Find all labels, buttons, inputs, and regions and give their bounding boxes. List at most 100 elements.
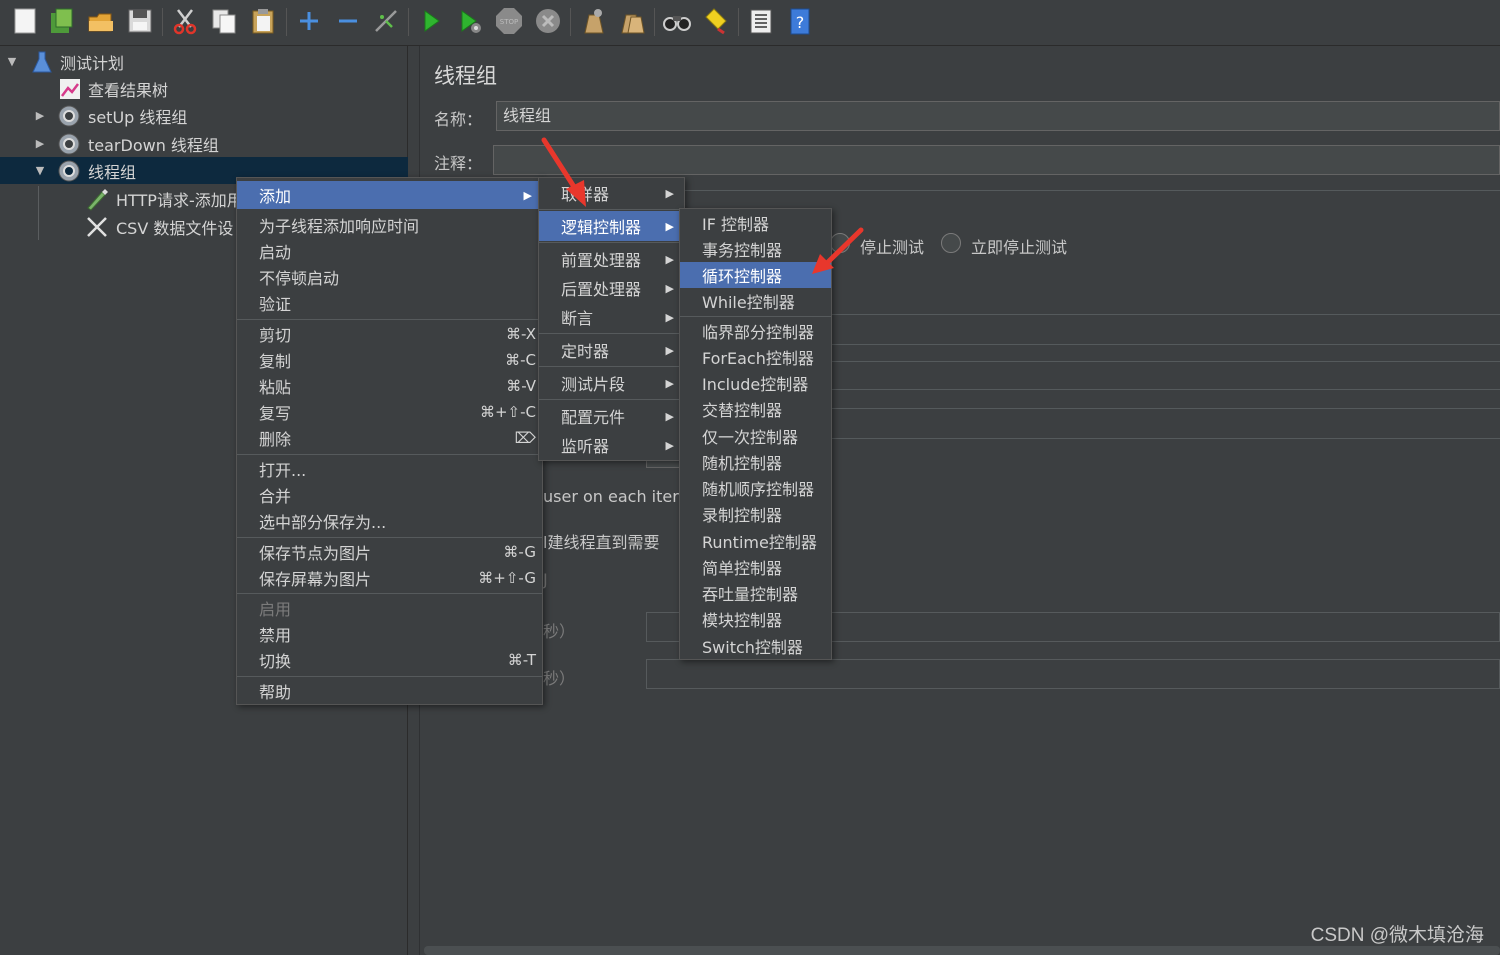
menu-item-duplicate[interactable]: 复写 ⌘+⇧-C (237, 399, 542, 425)
menu-item-toggle[interactable]: 切换 ⌘-T (237, 647, 542, 673)
menu-item-label: Include控制器 (702, 375, 809, 394)
annotation-arrow-icon (812, 227, 864, 274)
open-icon[interactable] (86, 6, 116, 36)
templates-icon[interactable] (47, 6, 77, 36)
tree-item-setup-thread-group[interactable]: ▶ setUp 线程组 (0, 102, 408, 129)
tree-item-test-plan[interactable]: ▼ 测试计划 (0, 48, 408, 75)
submenu-item-critical-section-controller[interactable]: 临界部分控制器 (680, 318, 831, 344)
submenu-item-module-controller[interactable]: 模块控制器 (680, 606, 831, 632)
submenu-item-include-controller[interactable]: Include控制器 (680, 370, 831, 396)
menu-item-open[interactable]: 打开... (237, 456, 542, 482)
horizontal-scrollbar[interactable] (424, 946, 1500, 955)
submenu-item-timer[interactable]: 定时器 ▶ (539, 336, 684, 364)
submenu-item-random-controller[interactable]: 随机控制器 (680, 449, 831, 475)
submenu-item-logic-controller[interactable]: 逻辑控制器 ▶ (539, 211, 684, 241)
expand-arrow-icon[interactable]: ▶ (34, 137, 46, 150)
submenu-item-assertion[interactable]: 断言 ▶ (539, 303, 684, 331)
shutdown-icon[interactable] (533, 6, 563, 36)
search-icon[interactable] (662, 6, 692, 36)
submenu-item-foreach-controller[interactable]: ForEach控制器 (680, 344, 831, 370)
menu-item-start[interactable]: 启动 (237, 238, 542, 264)
stop-icon[interactable]: STOP (494, 6, 524, 36)
tree-item-view-results[interactable]: 查看结果树 (0, 75, 408, 102)
menu-item-help[interactable]: 帮助 (237, 678, 542, 704)
save-icon[interactable] (125, 6, 155, 36)
submenu-item-switch-controller[interactable]: Switch控制器 (680, 633, 831, 659)
submenu-item-random-order-controller[interactable]: 随机顺序控制器 (680, 475, 831, 501)
toggle-icon[interactable] (371, 6, 401, 36)
tree-item-label: 线程组 (88, 162, 137, 182)
menu-item-copy[interactable]: 复制 ⌘-C (237, 347, 542, 373)
menu-item-label: 复写 (259, 404, 292, 423)
submenu-item-throughput-controller[interactable]: 吞吐量控制器 (680, 580, 831, 606)
submenu-item-post-processor[interactable]: 后置处理器 ▶ (539, 274, 684, 302)
tree-item-label: tearDown 线程组 (88, 135, 219, 155)
menu-item-label: 复制 (259, 352, 292, 371)
submenu-item-runtime-controller[interactable]: Runtime控制器 (680, 528, 831, 554)
submenu-arrow-icon: ▶ (665, 252, 674, 266)
menu-item-label: 选中部分保存为... (259, 513, 387, 532)
menu-item-save-screen-image[interactable]: 保存屏幕为图片 ⌘+⇧-G (237, 565, 542, 591)
reset-search-icon[interactable] (701, 6, 731, 36)
menu-item-save-selection-as[interactable]: 选中部分保存为... (237, 508, 542, 534)
expand-icon[interactable] (294, 6, 324, 36)
submenu-item-while-controller[interactable]: While控制器 (680, 288, 831, 314)
submenu-item-once-only-controller[interactable]: 仅一次控制器 (680, 423, 831, 449)
submenu-item-interleave-controller[interactable]: 交替控制器 (680, 396, 831, 422)
menu-item-paste[interactable]: 粘贴 ⌘-V (237, 373, 542, 399)
tree-item-label: 查看结果树 (88, 80, 169, 100)
submenu-item-pre-processor[interactable]: 前置处理器 ▶ (539, 245, 684, 273)
menu-item-add[interactable]: 添加 ▶ (237, 181, 542, 209)
tree-item-label: CSV 数据文件设 (116, 218, 234, 238)
menu-item-label: 循环控制器 (702, 267, 783, 286)
clear-all-icon[interactable] (617, 6, 647, 36)
menu-item-disable[interactable]: 禁用 (237, 621, 542, 647)
submenu-item-test-fragment[interactable]: 测试片段 ▶ (539, 369, 684, 397)
clear-icon[interactable] (578, 6, 608, 36)
tree-item-label: setUp 线程组 (88, 107, 188, 127)
comment-field[interactable] (493, 145, 1500, 175)
submenu-item-listener[interactable]: 监听器 ▶ (539, 431, 684, 459)
collapse-icon[interactable] (333, 6, 363, 36)
menu-item-label: 录制控制器 (702, 506, 783, 525)
svg-text:STOP: STOP (500, 18, 518, 26)
menu-item-label: 临界部分控制器 (702, 323, 815, 342)
submenu-item-recording-controller[interactable]: 录制控制器 (680, 501, 831, 527)
menu-item-validate[interactable]: 验证 (237, 290, 542, 316)
menu-item-add-response-time[interactable]: 为子线程添加响应时间 (237, 212, 542, 238)
menu-item-label: While控制器 (702, 293, 795, 312)
paste-icon[interactable] (248, 6, 278, 36)
add-submenu: 取样器▶ 逻辑控制器▶ 前置处理器▶ 后置处理器▶ 断言▶ 定时器▶ 测试片段▶… (538, 177, 685, 461)
tree-item-teardown-thread-group[interactable]: ▶ tearDown 线程组 (0, 130, 408, 157)
menu-item-label: 剪切 (259, 326, 292, 345)
name-field[interactable]: 线程组 (496, 101, 1500, 131)
menu-item-cut[interactable]: 剪切 ⌘-X (237, 321, 542, 347)
start-no-pause-icon[interactable] (455, 6, 485, 36)
submenu-item-config-element[interactable]: 配置元件 ▶ (539, 402, 684, 430)
menu-item-delete[interactable]: 删除 ⌦ (237, 425, 542, 451)
menu-item-start-no-pause[interactable]: 不停顿启动 (237, 264, 542, 290)
new-icon[interactable] (10, 6, 40, 36)
menu-item-label: 保存屏幕为图片 (259, 570, 372, 589)
menu-item-merge[interactable]: 合并 (237, 482, 542, 508)
function-helper-icon[interactable] (746, 6, 776, 36)
submenu-arrow-icon: ▶ (665, 310, 674, 324)
start-icon[interactable] (416, 6, 446, 36)
scissors-icon (85, 215, 109, 239)
cut-icon[interactable] (170, 6, 200, 36)
submenu-arrow-icon: ▶ (523, 188, 532, 202)
collapse-arrow-icon[interactable]: ▼ (34, 164, 46, 177)
menu-item-save-node-image[interactable]: 保存节点为图片 ⌘-G (237, 539, 542, 565)
expand-arrow-icon[interactable]: ▶ (34, 109, 46, 122)
startup-delay-field (646, 659, 1500, 689)
help-icon[interactable]: ? (785, 6, 815, 36)
collapse-arrow-icon[interactable]: ▼ (6, 55, 18, 68)
stop-test-now-radio[interactable] (941, 233, 961, 253)
menu-item-label: 添加 (259, 187, 292, 206)
gear-icon (57, 132, 81, 156)
menu-item-label: 定时器 (561, 342, 610, 361)
copy-icon[interactable] (209, 6, 239, 36)
menu-item-label: Runtime控制器 (702, 533, 817, 552)
menu-item-label: 吞吐量控制器 (702, 585, 799, 604)
submenu-item-simple-controller[interactable]: 简单控制器 (680, 554, 831, 580)
